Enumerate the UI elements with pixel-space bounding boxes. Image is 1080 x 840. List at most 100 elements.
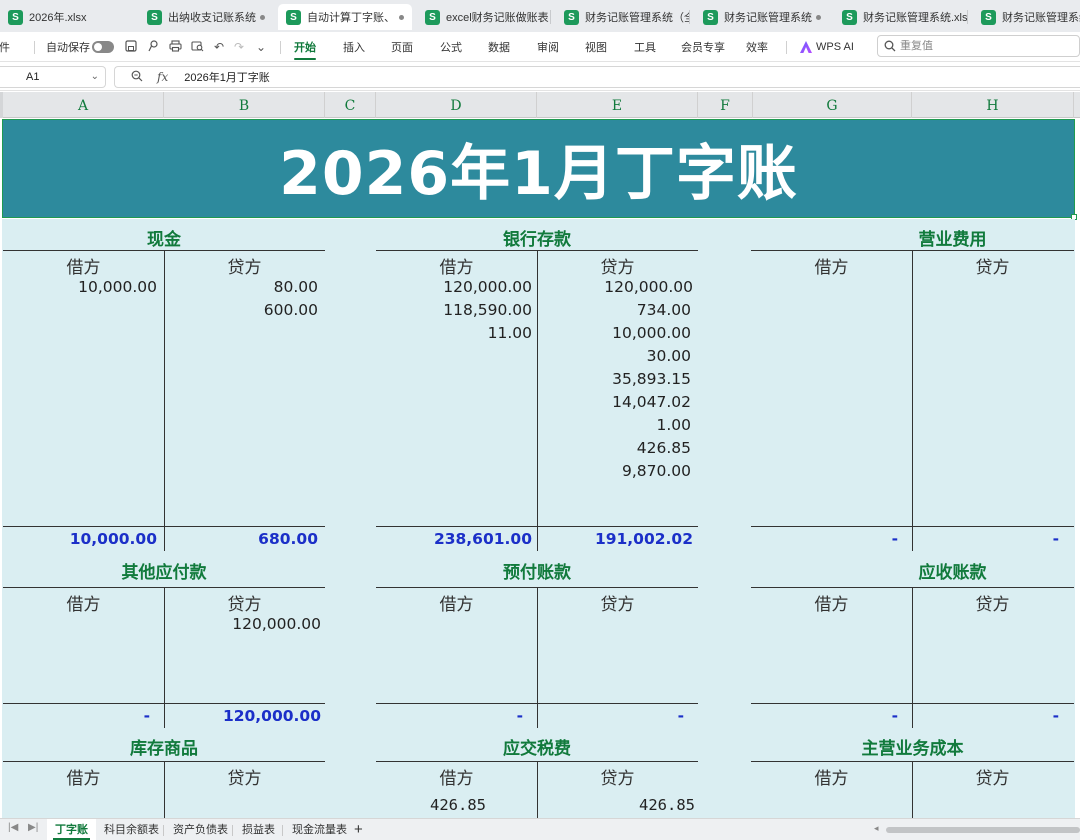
formula-input[interactable]: fx 2026年1月丁字账 [114, 66, 1080, 88]
credit-entry[interactable]: 9,870.00 [537, 462, 691, 480]
add-sheet-button[interactable]: + [354, 819, 363, 840]
debit-entry[interactable]: 120,000.00 [376, 278, 532, 296]
column-header-e[interactable]: E [537, 92, 698, 118]
horizontal-scrollbar[interactable]: ◂ [870, 823, 1080, 837]
format-painter-icon[interactable] [146, 40, 160, 54]
menu-tools[interactable]: 工具 [634, 32, 656, 62]
last-sheet-icon[interactable]: ▶| [28, 822, 38, 833]
credit-total[interactable]: 191,002.02 [537, 530, 693, 548]
document-tab[interactable]: S 财务记账管理系统.xls [834, 4, 968, 30]
print-preview-icon[interactable] [190, 40, 204, 54]
title-banner-cell[interactable]: 2026年1月丁字账 [2, 119, 1075, 218]
credit-entry[interactable]: 120,000.00 [537, 278, 693, 296]
credit-entry[interactable]: 426.85 [537, 796, 695, 814]
column-header-f[interactable]: F [698, 92, 753, 118]
credit-total[interactable]: 680.00 [164, 530, 318, 548]
sheet-tab[interactable]: 损益表 [234, 819, 283, 840]
column-header-a[interactable]: A [3, 92, 164, 118]
debit-label: 借方 [814, 595, 849, 615]
debit-total[interactable]: - [376, 707, 523, 725]
document-tab[interactable]: S excel财务记账做账表 [417, 4, 551, 30]
spreadsheet-icon: S [842, 9, 857, 25]
document-tab[interactable]: S 财务记账管理系统（全 [556, 4, 690, 30]
sheet-tab[interactable]: 现金流量表 [284, 819, 355, 840]
credit-entry[interactable]: 14,047.02 [537, 393, 691, 411]
credit-total[interactable]: - [912, 530, 1059, 548]
credit-entry[interactable]: 10,000.00 [537, 324, 691, 342]
spreadsheet-grid[interactable]: A B C D E F G H 2026年1月丁字账 现金 借方 贷方 10,0… [0, 92, 1080, 818]
menu-review[interactable]: 审阅 [537, 32, 559, 62]
sheet-tab[interactable]: 资产负债表 [165, 819, 236, 840]
credit-entry[interactable]: 120,000.00 [164, 615, 321, 633]
print-icon[interactable] [168, 40, 182, 54]
debit-entry[interactable]: 10,000.00 [3, 278, 157, 296]
column-header-g[interactable]: G [753, 92, 912, 118]
menu-efficiency[interactable]: 效率 [746, 32, 768, 62]
chevron-down-icon[interactable]: ⌄ [254, 40, 268, 54]
spreadsheet-icon: S [981, 9, 996, 25]
search-input[interactable] [900, 40, 1060, 52]
account-title: 应交税费 [503, 739, 571, 759]
column-header-c[interactable]: C [325, 92, 376, 118]
chevron-down-icon[interactable]: ⌄ [91, 71, 99, 82]
document-tab[interactable]: S 出纳收支记账系统（ [139, 4, 273, 30]
scrollbar-thumb[interactable] [886, 827, 1080, 833]
debit-total[interactable]: 10,000.00 [3, 530, 157, 548]
menu-data[interactable]: 数据 [488, 32, 510, 62]
credit-label: 贷方 [975, 258, 1010, 278]
wps-ai-button[interactable]: WPS AI [800, 32, 854, 62]
search-box[interactable] [877, 35, 1080, 57]
menu-insert[interactable]: 插入 [343, 32, 365, 62]
credit-entry[interactable]: 426.85 [537, 439, 691, 457]
save-icon[interactable] [124, 40, 138, 54]
credit-label: 贷方 [975, 769, 1010, 789]
unsaved-dot-icon [260, 14, 265, 20]
document-tab-active[interactable]: S 自动计算丁字账、余 [278, 4, 412, 30]
menu-home[interactable]: 开始 [294, 32, 316, 62]
column-header-h[interactable]: H [912, 92, 1074, 118]
column-header-b[interactable]: B [164, 92, 325, 118]
credit-entry[interactable]: 600.00 [164, 301, 318, 319]
account-title: 库存商品 [130, 739, 198, 759]
autosave-toggle[interactable] [92, 41, 114, 53]
menu-formula[interactable]: 公式 [440, 32, 462, 62]
debit-entry[interactable]: 118,590.00 [376, 301, 532, 319]
autosave-label: 自动保存 [46, 42, 90, 54]
spreadsheet-icon: S [703, 9, 718, 25]
debit-label: 借方 [66, 258, 101, 278]
file-menu[interactable]: 文件 [0, 32, 10, 62]
zoom-formula-icon[interactable] [131, 70, 143, 85]
debit-total[interactable]: - [751, 707, 898, 725]
credit-entry[interactable]: 1.00 [537, 416, 691, 434]
undo-icon[interactable]: ↶ [212, 40, 226, 54]
credit-entry[interactable]: 30.00 [537, 347, 691, 365]
debit-total[interactable]: - [3, 707, 150, 725]
menu-page[interactable]: 页面 [391, 32, 413, 62]
credit-entry[interactable]: 80.00 [164, 278, 318, 296]
debit-entry[interactable]: 426.85 [376, 796, 486, 814]
scroll-left-icon[interactable]: ◂ [874, 823, 879, 834]
credit-entry[interactable]: 734.00 [537, 301, 691, 319]
document-tab[interactable]: S 财务记账管理系统（ [695, 4, 829, 30]
credit-total[interactable]: 120,000.00 [164, 707, 321, 725]
debit-total[interactable]: 238,601.00 [376, 530, 532, 548]
document-tab[interactable]: S 2026年.xlsx [0, 4, 134, 30]
sheet-tab-active[interactable]: 丁字账 [47, 819, 96, 840]
credit-entry[interactable]: 35,893.15 [537, 370, 691, 388]
debit-total[interactable]: - [751, 530, 898, 548]
debit-entry[interactable]: 11.00 [376, 324, 532, 342]
document-tab[interactable]: S 财务记账管理系统 [973, 4, 1080, 30]
credit-total[interactable]: - [912, 707, 1059, 725]
first-sheet-icon[interactable]: |◀ [8, 822, 18, 833]
credit-label: 贷方 [600, 769, 635, 789]
spreadsheet-icon: S [147, 9, 162, 25]
menu-view[interactable]: 视图 [585, 32, 607, 62]
redo-icon[interactable]: ↷ [232, 40, 246, 54]
credit-total[interactable]: - [537, 707, 684, 725]
column-header-d[interactable]: D [376, 92, 537, 118]
name-box[interactable]: A1 ⌄ [0, 66, 106, 88]
sheet-tab[interactable]: 科目余额表 [96, 819, 167, 840]
function-icon[interactable]: fx [157, 70, 168, 84]
menu-member[interactable]: 会员专享 [681, 32, 725, 62]
credit-label: 贷方 [227, 258, 262, 278]
